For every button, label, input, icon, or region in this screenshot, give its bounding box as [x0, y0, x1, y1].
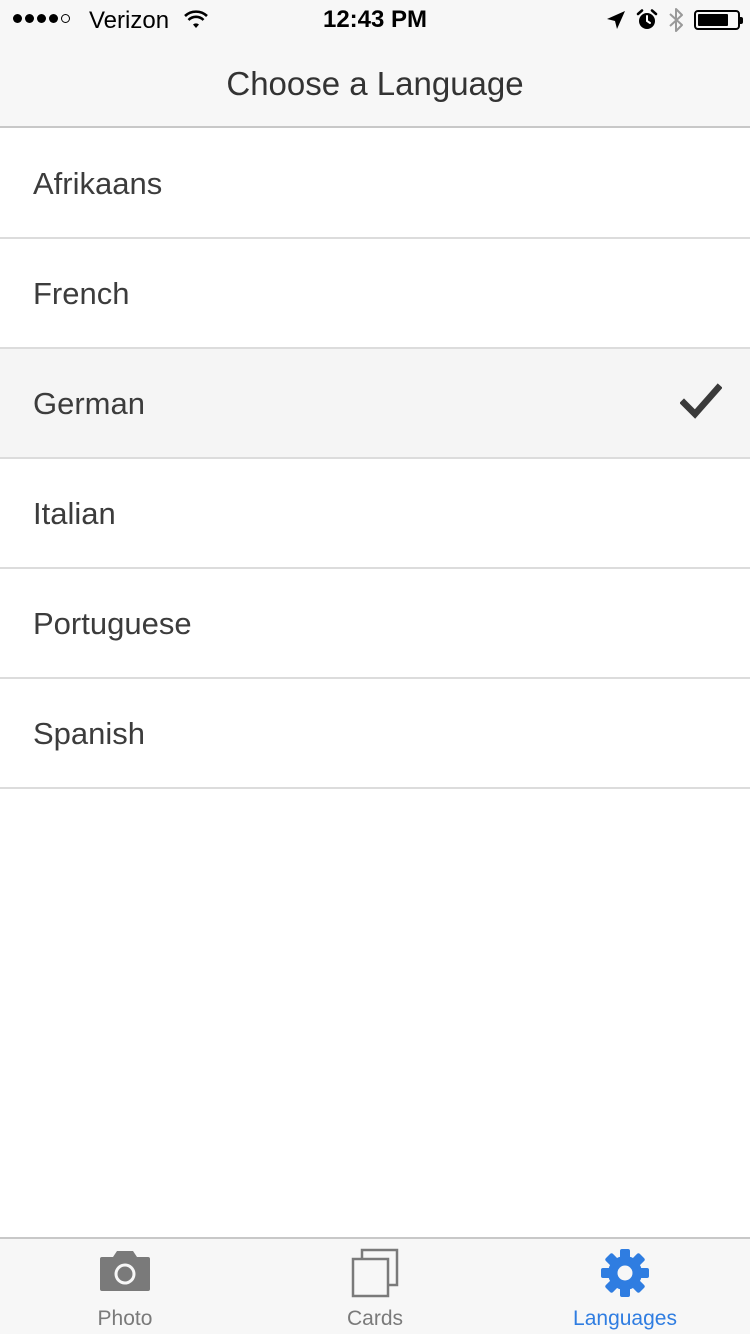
list-item-label: German	[33, 386, 145, 421]
tab-bar: Photo Cards Languages	[0, 1237, 750, 1334]
nav-bar: Choose a Language	[0, 40, 750, 128]
list-item-portuguese[interactable]: Portuguese	[0, 569, 750, 679]
list-item-afrikaans[interactable]: Afrikaans	[0, 129, 750, 239]
list-item-label: Afrikaans	[33, 166, 163, 201]
bluetooth-icon	[669, 8, 683, 32]
battery-icon	[694, 10, 743, 30]
status-bar: Verizon 12:43 PM	[0, 0, 750, 40]
tab-label: Cards	[346, 1307, 404, 1330]
list-item-spanish[interactable]: Spanish	[0, 679, 750, 789]
list-item-label: Spanish	[33, 716, 146, 751]
list-item-italian[interactable]: Italian	[0, 459, 750, 569]
list-item-label: Italian	[33, 496, 116, 531]
checkmark-icon	[680, 383, 722, 419]
list-item-german[interactable]: German	[0, 349, 750, 459]
location-arrow-icon	[607, 11, 625, 29]
language-list: Afrikaans French German Italian Portugue…	[0, 129, 750, 789]
tab-photo[interactable]: Photo	[0, 1239, 250, 1334]
list-item-label: Portuguese	[33, 606, 192, 641]
gear-icon	[601, 1249, 649, 1297]
tab-cards[interactable]: Cards	[250, 1239, 500, 1334]
tab-label: Languages	[573, 1307, 677, 1330]
list-item-label: French	[33, 276, 130, 311]
tab-languages[interactable]: Languages	[500, 1239, 750, 1334]
list-item-french[interactable]: French	[0, 239, 750, 349]
alarm-icon	[636, 9, 658, 29]
tab-label: Photo	[97, 1307, 153, 1330]
page-title: Choose a Language	[226, 65, 524, 102]
cards-icon	[351, 1248, 399, 1298]
camera-icon	[100, 1251, 150, 1291]
